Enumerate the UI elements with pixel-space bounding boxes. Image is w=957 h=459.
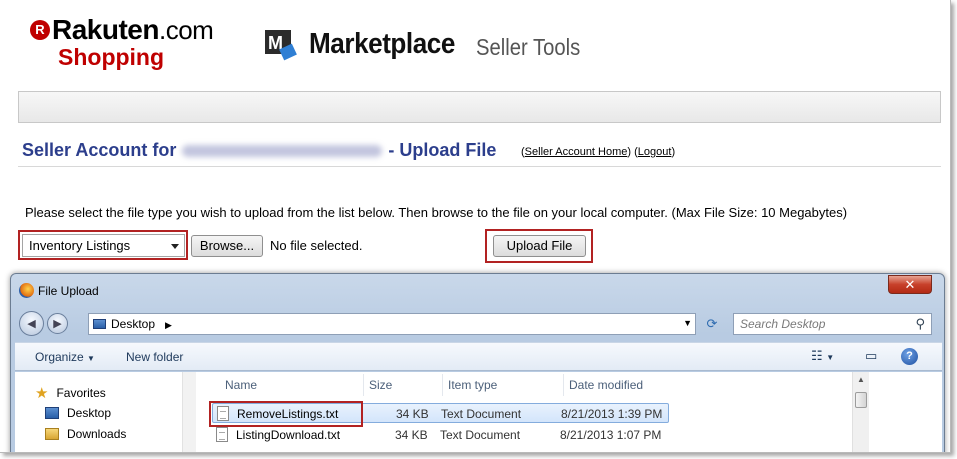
rakuten-logo[interactable]: R Rakuten.com Shopping bbox=[30, 14, 250, 70]
browse-button[interactable]: Browse... bbox=[191, 235, 263, 257]
nav-bar bbox=[18, 91, 941, 123]
marketplace-logo: M Marketplace Seller Tools bbox=[265, 28, 595, 68]
refresh-icon[interactable]: ⟳ bbox=[701, 313, 723, 335]
background-ghost-text bbox=[126, 280, 626, 310]
blurred-account-name bbox=[182, 145, 383, 158]
scroll-up-icon[interactable]: ▲ bbox=[857, 375, 865, 384]
column-name[interactable]: Name bbox=[225, 378, 257, 392]
file-row[interactable]: ListingDownload.txt 34 KB Text Document … bbox=[212, 425, 669, 445]
nav-item-favorites[interactable]: ★ Favorites bbox=[35, 384, 106, 402]
heading-links: (Seller Account Home) (Logout) bbox=[521, 146, 676, 158]
marketplace-subtitle: Seller Tools bbox=[476, 34, 581, 60]
selected-file-highlight bbox=[209, 401, 363, 427]
desktop-folder-icon bbox=[45, 407, 59, 419]
rakuten-brand: Rakuten.com bbox=[52, 14, 214, 45]
rakuten-r-icon: R bbox=[30, 20, 50, 40]
address-dropdown-icon[interactable]: ▼ bbox=[683, 318, 692, 328]
file-list: Name Size Item type Date modified Remove… bbox=[200, 372, 850, 452]
nav-item-downloads[interactable]: Downloads bbox=[45, 427, 126, 441]
navigation-scrollbar[interactable] bbox=[182, 372, 196, 452]
star-icon: ★ bbox=[35, 385, 49, 402]
column-separator bbox=[563, 374, 564, 396]
text-file-icon bbox=[216, 427, 228, 442]
forward-button[interactable]: ▶ bbox=[47, 313, 68, 334]
view-options-icon[interactable]: ☷ ▼ bbox=[811, 348, 834, 364]
upload-file-button[interactable]: Upload File bbox=[493, 235, 586, 257]
nav-item-desktop[interactable]: Desktop bbox=[45, 406, 111, 420]
close-icon: ✕ bbox=[904, 277, 916, 292]
page-title: Seller Account for - Upload File bbox=[22, 140, 496, 161]
seller-account-home-link[interactable]: Seller Account Home bbox=[525, 146, 628, 158]
no-file-selected-text: No file selected. bbox=[270, 238, 363, 253]
heading-prefix: Seller Account for bbox=[22, 140, 177, 160]
address-row: ◀ ▶ Desktop ▶ ▼ ⟳ Search Desktop ⚲ bbox=[11, 310, 944, 338]
close-button[interactable]: ✕ bbox=[888, 275, 932, 294]
browser-page: R Rakuten.com Shopping M Marketplace Sel… bbox=[0, 0, 951, 453]
instructions-text: Please select the file type you wish to … bbox=[25, 205, 848, 220]
chevron-down-icon: ▼ bbox=[87, 354, 95, 363]
column-separator bbox=[363, 374, 364, 396]
logout-link[interactable]: Logout bbox=[638, 146, 672, 158]
organize-button[interactable]: Organize ▼ bbox=[35, 350, 95, 364]
dialog-title: File Upload bbox=[38, 284, 99, 298]
search-placeholder: Search Desktop bbox=[740, 317, 826, 331]
column-date-modified[interactable]: Date modified bbox=[569, 378, 643, 392]
desktop-icon bbox=[93, 319, 106, 329]
column-size[interactable]: Size bbox=[369, 378, 392, 392]
firefox-icon bbox=[19, 283, 34, 298]
downloads-folder-icon bbox=[45, 428, 59, 440]
breadcrumb-chevron-icon: ▶ bbox=[165, 320, 172, 330]
heading-suffix: - Upload File bbox=[388, 140, 497, 160]
address-bar[interactable]: Desktop ▶ ▼ bbox=[88, 313, 696, 335]
address-text: Desktop bbox=[111, 317, 156, 331]
column-separator bbox=[442, 374, 443, 396]
file-upload-dialog: File Upload ✕ ◀ ▶ Desktop ▶ ▼ ⟳ Search De… bbox=[10, 273, 945, 452]
divider bbox=[18, 166, 941, 167]
dropdown-arrow-icon bbox=[171, 244, 179, 249]
forward-arrow-icon: ▶ bbox=[53, 317, 62, 330]
marketplace-icon: M bbox=[265, 30, 297, 61]
preview-pane-icon[interactable]: ▭ bbox=[865, 348, 877, 364]
dialog-toolbar: Organize ▼ New folder ☷ ▼ ▭ ? bbox=[15, 342, 942, 371]
search-input[interactable]: Search Desktop ⚲ bbox=[733, 313, 932, 335]
back-button[interactable]: ◀ bbox=[19, 311, 44, 336]
file-type-select[interactable]: Inventory Listings bbox=[22, 234, 185, 257]
file-type-value: Inventory Listings bbox=[29, 238, 131, 253]
help-icon[interactable]: ? bbox=[901, 348, 918, 365]
file-list-scrollbar[interactable]: ▲ bbox=[852, 372, 869, 452]
marketplace-title: Marketplace bbox=[309, 28, 455, 60]
scroll-thumb[interactable] bbox=[855, 392, 867, 408]
column-item-type[interactable]: Item type bbox=[448, 378, 497, 392]
new-folder-button[interactable]: New folder bbox=[126, 350, 183, 364]
back-arrow-icon: ◀ bbox=[27, 317, 36, 330]
search-icon[interactable]: ⚲ bbox=[915, 316, 925, 332]
navigation-pane: ★ Favorites Desktop Downloads bbox=[15, 372, 196, 452]
dialog-content: ★ Favorites Desktop Downloads Name Size I… bbox=[15, 372, 942, 452]
rakuten-shopping: Shopping bbox=[58, 44, 165, 70]
